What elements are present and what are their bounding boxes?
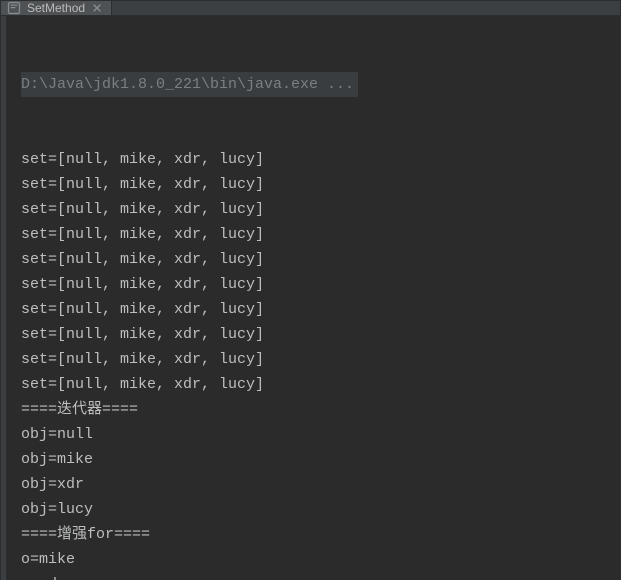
- console-body: D:\Java\jdk1.8.0_221\bin\java.exe ... se…: [1, 16, 620, 580]
- console-line: obj=lucy: [21, 497, 612, 522]
- run-tool-window: SetMethod D:\Java\jdk1.8.0_221\bin\java.…: [0, 0, 621, 580]
- console-line: set=[null, mike, xdr, lucy]: [21, 172, 612, 197]
- tab-label: SetMethod: [27, 1, 85, 15]
- console-line: set=[null, mike, xdr, lucy]: [21, 147, 612, 172]
- console-output[interactable]: D:\Java\jdk1.8.0_221\bin\java.exe ... se…: [7, 16, 620, 580]
- close-icon[interactable]: [91, 2, 103, 14]
- tool-window-tabbar: SetMethod: [1, 1, 620, 16]
- tab-setmethod[interactable]: SetMethod: [1, 1, 112, 15]
- console-line: set=[null, mike, xdr, lucy]: [21, 347, 612, 372]
- console-line: o=mike: [21, 547, 612, 572]
- console-line: ====增强for====: [21, 522, 612, 547]
- console-line: obj=null: [21, 422, 612, 447]
- console-line: o=xdr: [21, 572, 612, 580]
- console-line: obj=mike: [21, 447, 612, 472]
- run-config-icon: [7, 1, 21, 15]
- console-line: set=[null, mike, xdr, lucy]: [21, 272, 612, 297]
- console-line: set=[null, mike, xdr, lucy]: [21, 222, 612, 247]
- command-line: D:\Java\jdk1.8.0_221\bin\java.exe ...: [21, 72, 358, 97]
- console-line: set=[null, mike, xdr, lucy]: [21, 297, 612, 322]
- console-line: ====迭代器====: [21, 397, 612, 422]
- console-line: set=[null, mike, xdr, lucy]: [21, 372, 612, 397]
- console-line: set=[null, mike, xdr, lucy]: [21, 322, 612, 347]
- console-line: set=[null, mike, xdr, lucy]: [21, 247, 612, 272]
- console-line: set=[null, mike, xdr, lucy]: [21, 197, 612, 222]
- console-line: obj=xdr: [21, 472, 612, 497]
